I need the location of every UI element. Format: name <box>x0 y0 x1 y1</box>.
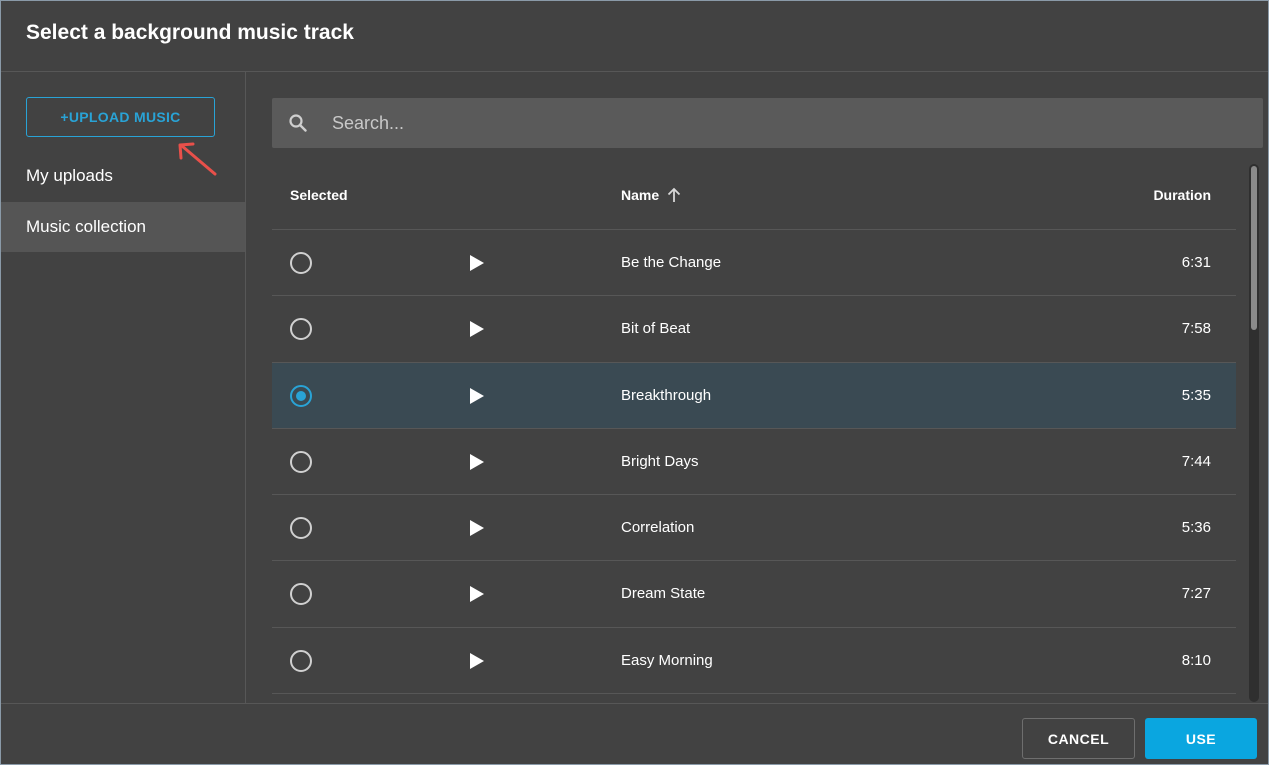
select-radio[interactable] <box>290 450 312 473</box>
play-icon[interactable] <box>469 519 485 537</box>
track-duration: 6:31 <box>1181 254 1211 271</box>
upload-music-button[interactable]: +UPLOAD MUSIC <box>26 97 215 137</box>
column-header-duration: Duration <box>1153 187 1211 203</box>
track-duration: 7:58 <box>1181 320 1211 338</box>
column-header-name-label: Name <box>621 187 660 203</box>
scrollbar-thumb[interactable] <box>1251 166 1257 330</box>
sidebar: +UPLOAD MUSIC My uploads Music collectio… <box>1 72 246 703</box>
track-duration: 8:10 <box>1181 651 1211 669</box>
track-duration: 5:36 <box>1181 519 1211 537</box>
search-bar <box>272 98 1263 148</box>
play-icon[interactable] <box>469 453 485 471</box>
track-name: Bit of Beat <box>621 320 691 338</box>
search-icon <box>289 114 307 132</box>
track-duration: 5:35 <box>1181 386 1211 404</box>
sidebar-item-music-collection[interactable]: Music collection <box>1 202 245 252</box>
track-name: Breakthrough <box>621 386 712 404</box>
table-row-selected[interactable]: Breakthrough 5:35 <box>272 362 1236 429</box>
track-duration: 7:44 <box>1181 452 1211 470</box>
sidebar-item-my-uploads[interactable]: My uploads <box>1 151 245 201</box>
select-radio[interactable] <box>290 649 312 672</box>
table-row[interactable]: Bright Days 7:44 <box>272 429 1236 496</box>
play-icon[interactable] <box>469 387 485 405</box>
table-row[interactable]: Dream State 7:27 <box>272 561 1236 628</box>
select-radio[interactable] <box>290 583 312 606</box>
search-input[interactable] <box>332 98 1232 148</box>
table-row[interactable]: Correlation 5:36 <box>272 495 1236 562</box>
table-row[interactable]: Easy Morning 8:10 <box>272 628 1236 695</box>
track-name: Dream State <box>621 585 706 603</box>
track-duration: 7:27 <box>1181 585 1211 603</box>
play-icon[interactable] <box>469 585 485 603</box>
track-name: Easy Morning <box>621 651 713 669</box>
music-table: Selected Name Duration Be the Change 6:3… <box>272 165 1236 695</box>
arrow-up-icon <box>668 187 681 202</box>
cancel-button[interactable]: CANCEL <box>1022 718 1135 759</box>
music-track-dialog: Select a background music track +UPLOAD … <box>0 0 1269 765</box>
use-button[interactable]: USE <box>1145 718 1257 759</box>
play-icon[interactable] <box>469 254 485 272</box>
track-name: Correlation <box>621 519 695 537</box>
table-row[interactable]: Bit of Beat 7:58 <box>272 296 1236 363</box>
scrollbar-track[interactable] <box>1249 164 1259 702</box>
dialog-title: Select a background music track <box>26 21 354 44</box>
table-header: Selected Name Duration <box>272 165 1236 230</box>
track-name: Bright Days <box>621 452 699 470</box>
select-radio[interactable] <box>290 318 312 341</box>
dialog-header: Select a background music track <box>1 1 1268 72</box>
dialog-footer: CANCEL USE <box>1 703 1268 764</box>
main-panel: Selected Name Duration Be the Change 6:3… <box>247 72 1268 703</box>
select-radio[interactable] <box>290 252 312 274</box>
select-radio[interactable] <box>290 517 312 540</box>
column-header-selected: Selected <box>290 187 348 203</box>
play-icon[interactable] <box>469 320 485 338</box>
play-icon[interactable] <box>469 652 485 670</box>
track-name: Be the Change <box>621 254 722 271</box>
select-radio[interactable] <box>290 384 312 407</box>
table-row[interactable]: Be the Change 6:31 <box>272 230 1236 297</box>
column-header-name[interactable]: Name <box>621 187 681 203</box>
